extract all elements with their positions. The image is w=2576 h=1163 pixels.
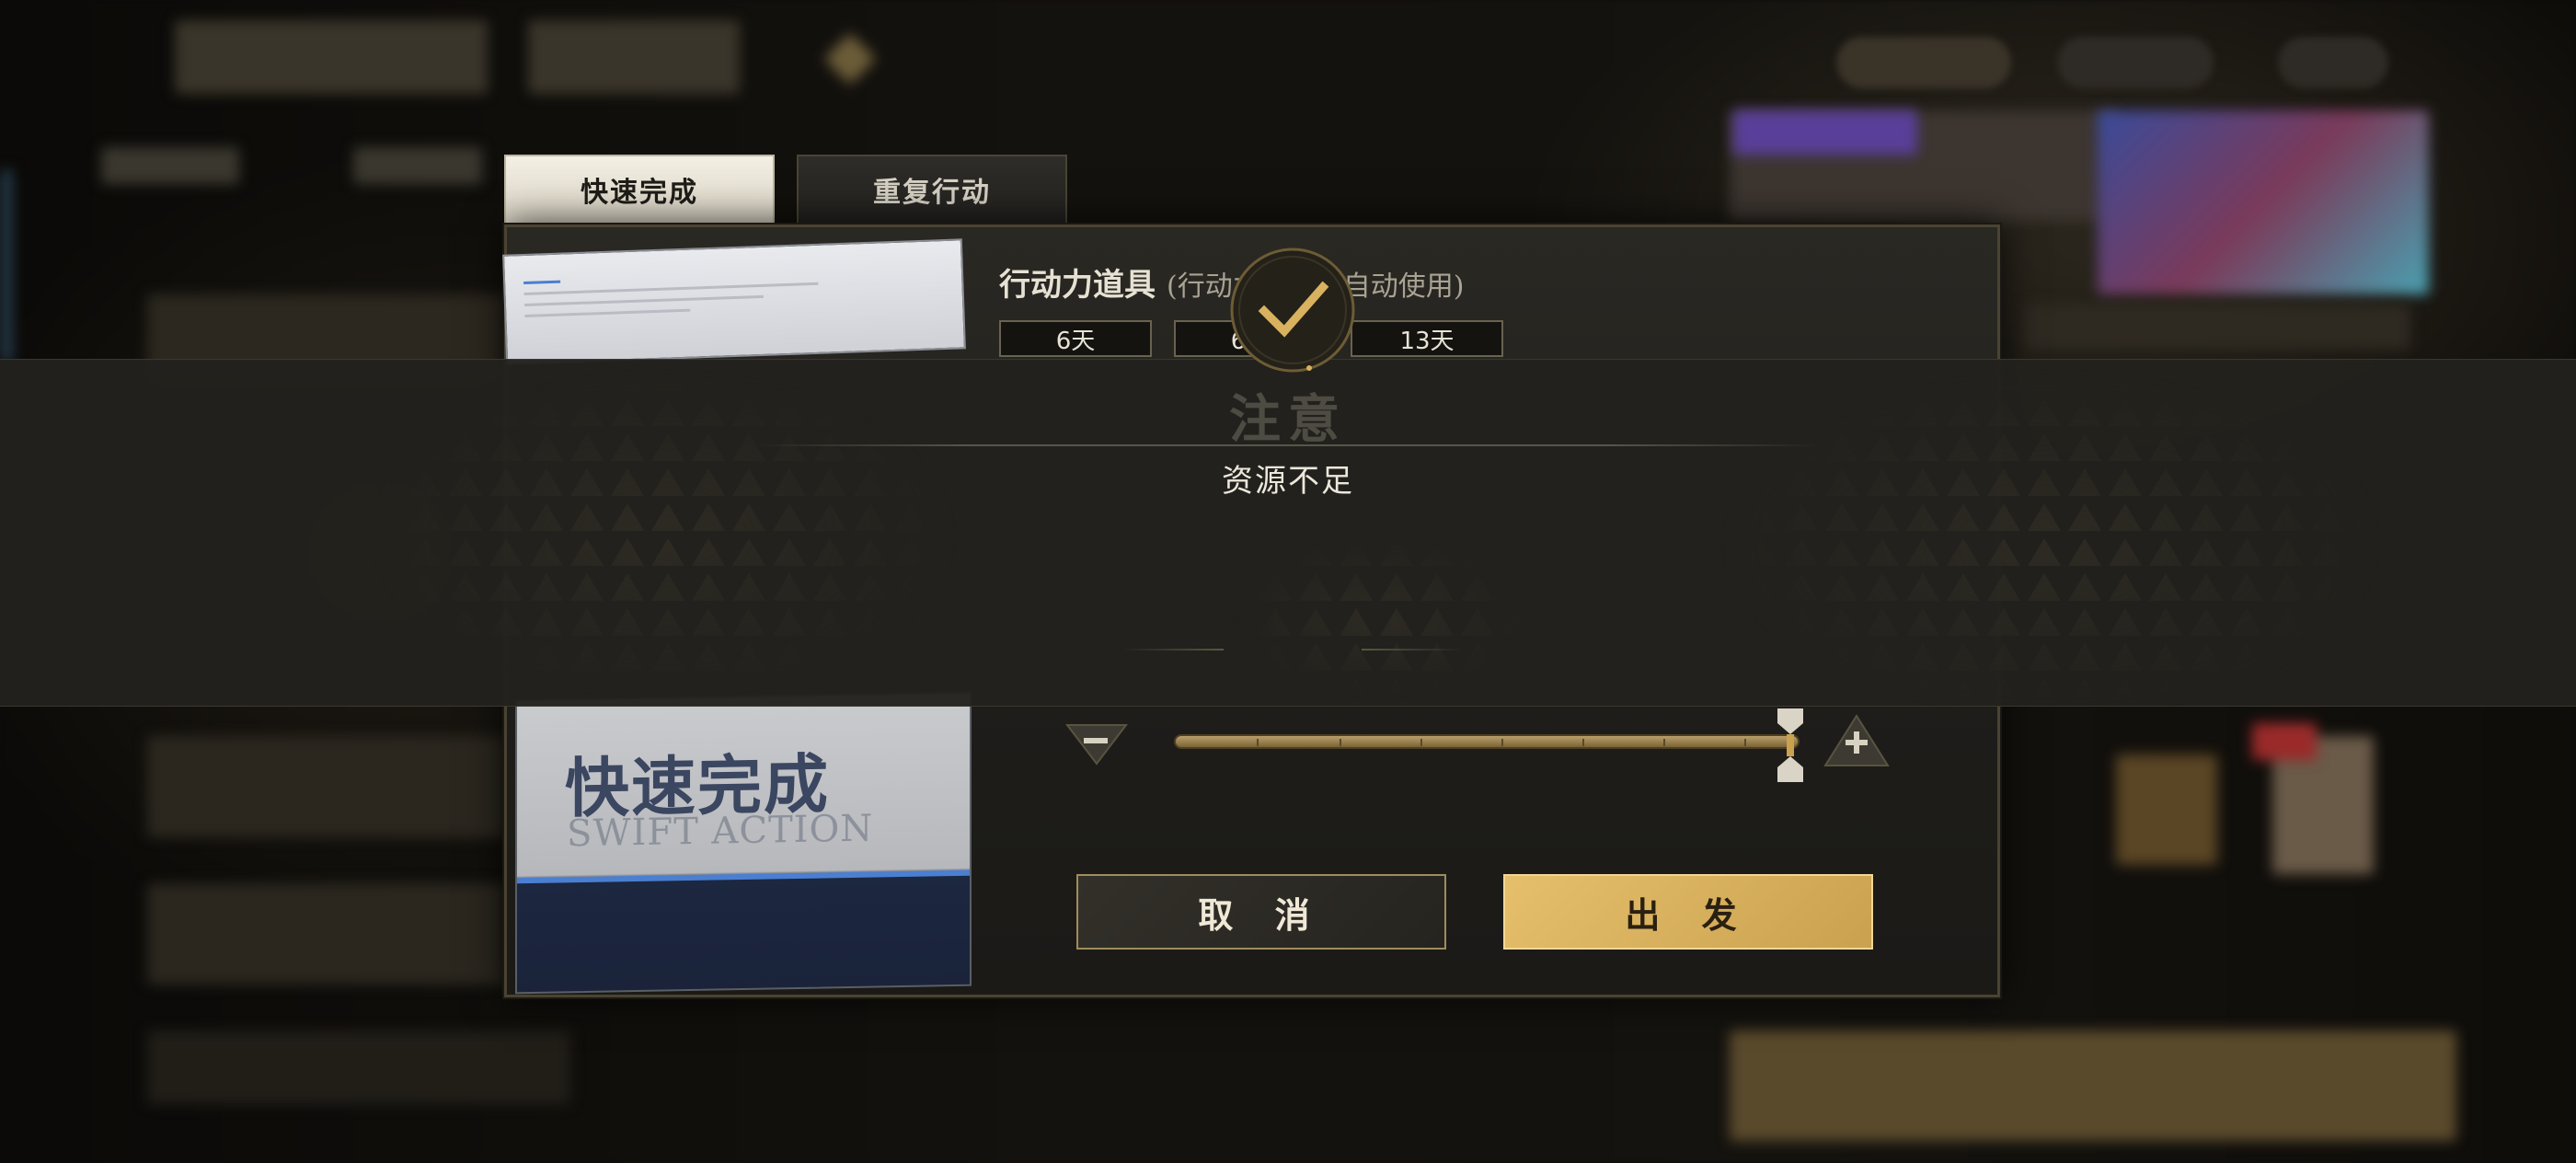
back-button-blurred — [175, 20, 488, 94]
minus-icon — [1064, 724, 1129, 766]
hud-ticket-blurred — [2278, 37, 2388, 88]
cancel-button[interactable]: 取 消 — [1076, 874, 1446, 950]
resource-title-text: 行动力道具 — [999, 267, 1156, 304]
slider-tick — [1744, 739, 1746, 746]
event-desc-blurred — [2024, 304, 2410, 350]
home-button-blurred — [528, 20, 740, 94]
slider-tick — [1501, 739, 1503, 746]
hud-stamina-blurred — [2057, 37, 2214, 88]
depart-button[interactable]: 出 发 — [1503, 874, 1873, 950]
confirm-line-left — [1122, 649, 1224, 651]
checkmark-icon — [1230, 248, 1355, 373]
slider-tick — [1663, 739, 1665, 746]
quantity-slider[interactable] — [1174, 734, 1800, 749]
tab-quick-complete[interactable]: 快速完成 — [504, 155, 775, 225]
swift-action-card: 快速完成 SWIFT ACTION — [515, 691, 972, 995]
increase-button[interactable] — [1823, 710, 1890, 777]
card-subtitle: SWIFT ACTION — [567, 807, 874, 856]
event-art-blurred — [2098, 110, 2429, 294]
slider-tick — [1257, 739, 1259, 746]
tab-repeat-action[interactable]: 重复行动 — [797, 155, 1067, 225]
hud-currency-blurred — [1836, 37, 2011, 88]
decrease-button[interactable] — [1064, 710, 1130, 777]
reward-item-blurred — [2116, 754, 2217, 865]
list-header-blurred — [101, 147, 239, 184]
slider-tick — [1582, 739, 1584, 746]
confirm-button[interactable] — [1224, 241, 1362, 379]
slider-handle-icon — [1777, 708, 1803, 782]
reward-badge-blurred — [2252, 723, 2317, 760]
list-item-blurred — [147, 1031, 570, 1104]
slider-tick — [1420, 739, 1422, 746]
notice-title: 注意 — [1229, 389, 1347, 450]
notice-message: 资源不足 — [1222, 463, 1354, 500]
resource-chip[interactable]: 13天 — [1351, 320, 1503, 357]
resource-chip[interactable]: 6天 — [999, 320, 1152, 357]
bottom-action-bar-blurred — [1730, 1031, 2456, 1141]
card-back-sheet — [502, 238, 966, 365]
event-tag-blurred — [1733, 110, 1917, 155]
slider-tick — [1340, 739, 1341, 746]
card-stripe — [517, 869, 970, 884]
list-item-blurred — [147, 883, 506, 985]
confirm-line-right — [1362, 649, 1463, 651]
left-edge-bracket — [0, 169, 13, 363]
notice-divider — [754, 444, 1822, 446]
list-item-blurred — [147, 736, 506, 837]
plus-icon — [1823, 714, 1890, 766]
slider-handle[interactable] — [1774, 707, 1807, 784]
list-header-blurred-2 — [353, 147, 482, 184]
notice-banner: 注意 资源不足 — [0, 359, 2576, 707]
